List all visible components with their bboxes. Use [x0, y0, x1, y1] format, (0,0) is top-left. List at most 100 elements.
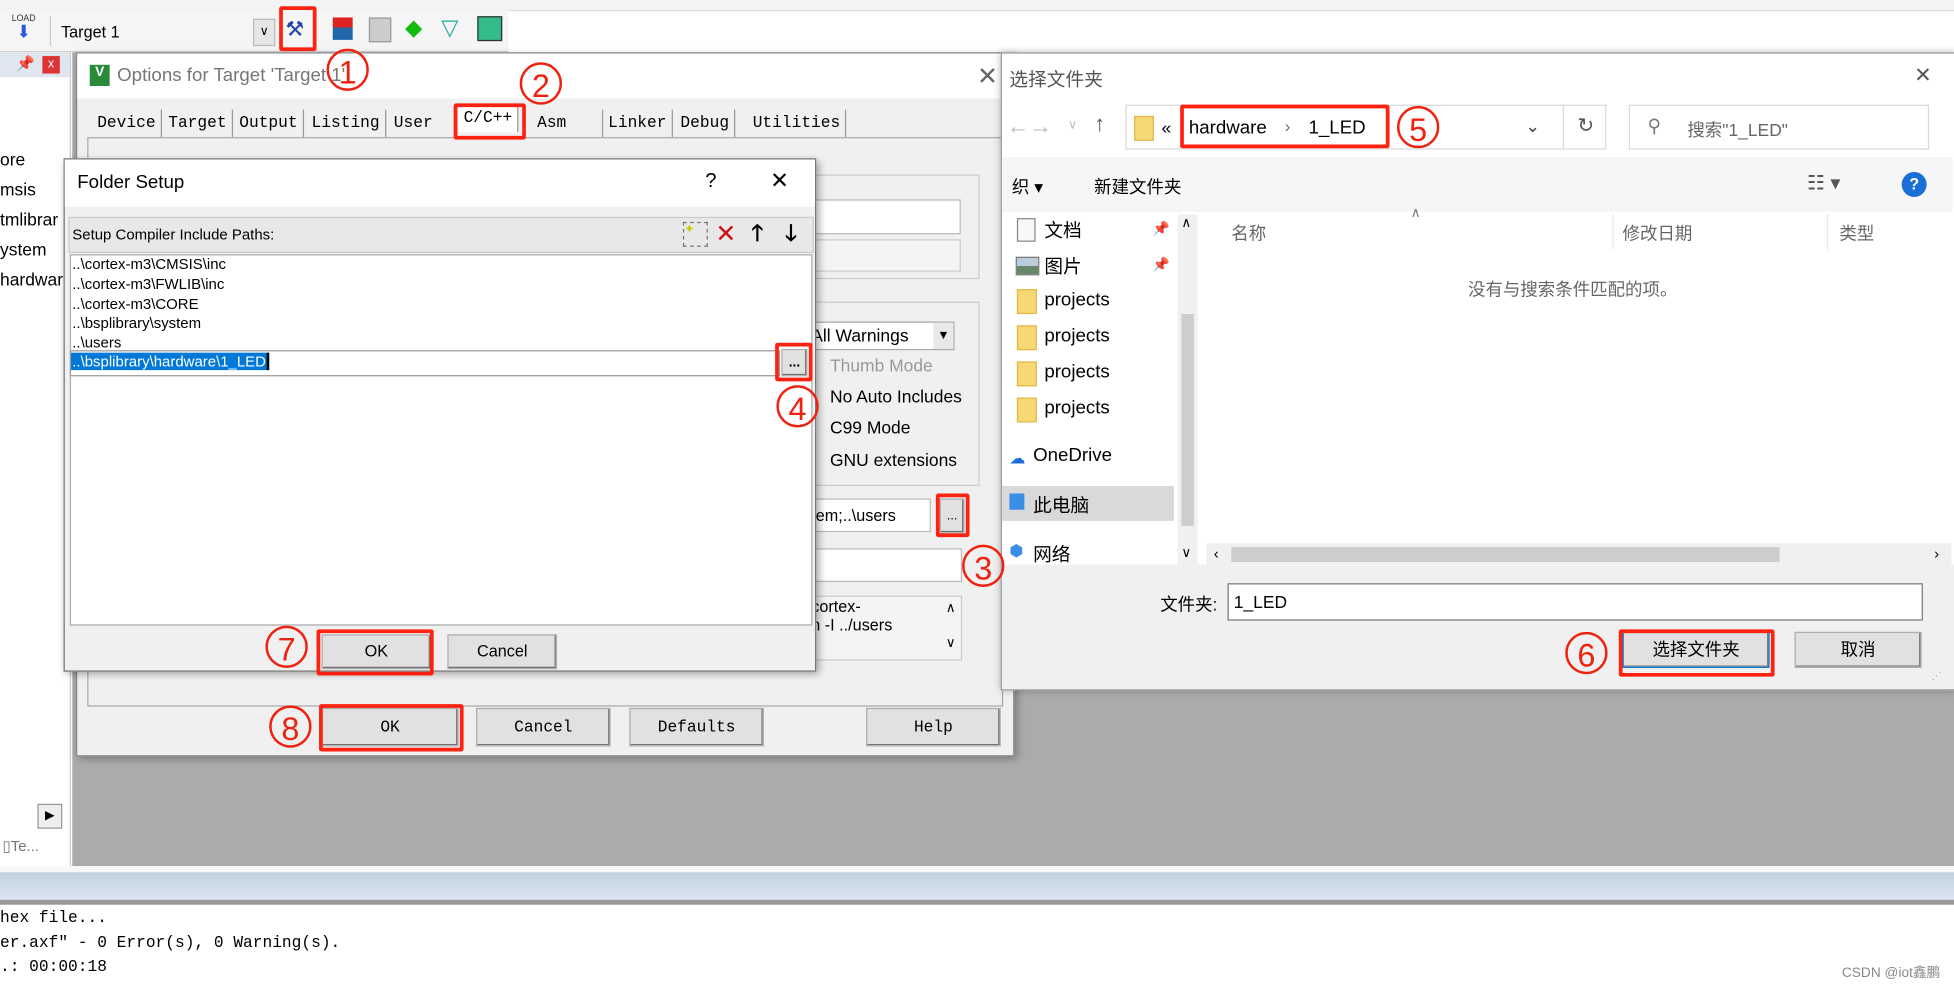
list-item[interactable]: ..\cortex-m3\CORE [72, 295, 198, 312]
horizontal-scrollbar[interactable]: ‹ › [1206, 543, 1952, 566]
this-pc-icon [1009, 493, 1025, 510]
cancel-button[interactable]: 取消 [1794, 631, 1922, 668]
nav-item-network[interactable]: 网络 [1033, 541, 1070, 567]
tab-device[interactable]: Device [92, 109, 162, 138]
tab-utilities[interactable]: Utilities [748, 109, 847, 138]
tree-item[interactable]: ystem [0, 239, 47, 259]
column-name[interactable]: 名称 [1231, 221, 1266, 246]
tab-templates[interactable]: ▯Te... [2, 837, 39, 854]
tree-item[interactable]: ore [0, 150, 25, 170]
view-options-icon[interactable]: ☷ ▾ [1807, 171, 1840, 196]
pack-installer-icon[interactable]: ▽ [441, 15, 458, 41]
compiler-string-textarea[interactable]: cortex- n -I ../users ∧ ∨ [810, 595, 963, 661]
help-icon[interactable]: ? [705, 171, 716, 193]
forward-icon[interactable]: → [1029, 113, 1051, 139]
include-paths-input[interactable]: tem;..\users [810, 498, 931, 533]
refresh-icon[interactable]: ↻ [1562, 105, 1608, 149]
organize-menu[interactable]: 织 ▾ [1012, 174, 1043, 199]
nav-item-this-pc[interactable]: 此电脑 [1033, 492, 1089, 518]
chevron-down-icon[interactable]: ∨ [252, 18, 276, 47]
nav-item-projects[interactable]: projects [1044, 325, 1109, 346]
tree-item[interactable]: hardware [0, 269, 73, 289]
annotation-number: 3 [962, 544, 1005, 587]
folder-name-input[interactable]: 1_LED [1227, 583, 1923, 621]
list-item[interactable]: ..\users [72, 334, 121, 351]
checkbox-c99-mode[interactable]: C99 Mode [830, 417, 910, 437]
recent-chevron-icon[interactable]: ∨ [1068, 118, 1077, 132]
load-icon[interactable]: LOAD ⬇ [11, 15, 36, 45]
warnings-select[interactable]: All Warnings ▼ [810, 321, 955, 351]
nav-item-projects[interactable]: projects [1044, 398, 1109, 419]
checkbox-no-auto-includes[interactable]: No Auto Includes [830, 386, 962, 406]
tab-debug[interactable]: Debug [675, 109, 736, 138]
path-edit-input[interactable]: ..\bsplibrary\hardware\1_LED [69, 350, 781, 377]
column-type[interactable]: 类型 [1839, 221, 1874, 246]
tab-user[interactable]: User [389, 109, 458, 138]
delete-icon[interactable]: ✕ [715, 218, 736, 249]
tab-target[interactable]: Target [163, 109, 233, 138]
nav-item-projects[interactable]: projects [1044, 361, 1109, 382]
pin-icon[interactable]: 📌 [1153, 221, 1170, 237]
cancel-button[interactable]: Cancel [476, 707, 611, 747]
chevron-down-icon[interactable]: ⌄ [1525, 116, 1540, 137]
batch-build-icon[interactable] [368, 17, 392, 43]
annotation-box [1180, 104, 1390, 149]
up-icon[interactable]: ↑ [1094, 111, 1105, 137]
defaults-button[interactable]: Defaults [629, 707, 764, 747]
annotation-number: 6 [1565, 631, 1608, 675]
scroll-right-button[interactable]: ▶ [37, 803, 63, 829]
nav-item-pictures[interactable]: 图片 [1044, 253, 1081, 279]
list-item[interactable]: ..\bsplibrary\system [72, 314, 201, 331]
nav-item-projects[interactable]: projects [1044, 289, 1109, 310]
help-button[interactable]: Help [866, 707, 1001, 747]
move-up-icon[interactable]: 🡑 [751, 218, 763, 255]
tab-output[interactable]: Output [234, 109, 304, 138]
column-modified[interactable]: 修改日期 [1623, 221, 1693, 246]
checkbox-thumb-mode[interactable]: Thumb Mode [830, 355, 933, 375]
rte-icon[interactable] [477, 16, 503, 42]
close-icon[interactable]: ✕ [770, 168, 789, 194]
new-folder-icon[interactable]: ✦ [682, 221, 708, 247]
network-icon: ⬢ [1009, 540, 1024, 560]
pin-icon[interactable]: 📌 [16, 55, 35, 72]
annotation-number: 7 [265, 625, 308, 668]
tree-item[interactable]: msis [0, 179, 36, 199]
move-down-icon[interactable]: 🡓 [785, 218, 797, 255]
new-folder-button[interactable]: 新建文件夹 [1094, 174, 1181, 199]
tab-asm[interactable]: Asm [532, 109, 604, 138]
manage-project-icon[interactable] [332, 17, 353, 40]
back-icon[interactable]: ← [1007, 113, 1029, 139]
scroll-down-icon[interactable]: ∨ [946, 634, 956, 651]
scroll-up-icon[interactable]: ∧ [946, 599, 956, 616]
documents-icon [1016, 218, 1036, 242]
search-icon: ⚲ [1647, 115, 1662, 138]
tab-listing[interactable]: Listing [307, 109, 386, 138]
cancel-button[interactable]: Cancel [447, 634, 558, 670]
close-icon[interactable]: ✕ [977, 61, 998, 92]
define-input[interactable] [812, 199, 961, 235]
list-item[interactable]: ..\cortex-m3\FWLIB\inc [72, 275, 224, 292]
list-item[interactable]: ..\cortex-m3\CMSIS\inc [72, 255, 226, 272]
select-packs-icon[interactable]: ◆ [405, 15, 422, 41]
close-icon[interactable]: ✕ [1914, 64, 1932, 89]
search-input[interactable]: ⚲ 搜索"1_LED" [1628, 104, 1930, 150]
tab-linker[interactable]: Linker [603, 109, 673, 138]
dialog-title: 选择文件夹 [1009, 69, 1103, 91]
keil-logo-icon: V [89, 64, 110, 86]
misc-controls-input[interactable] [810, 548, 963, 582]
close-icon[interactable]: x [42, 56, 60, 74]
tree-item[interactable]: tmlibrar [0, 209, 58, 229]
help-icon[interactable]: ? [1901, 171, 1927, 197]
nav-scrollbar[interactable]: ∧ ∨ [1177, 214, 1198, 566]
folder-label: 文件夹: [1160, 594, 1218, 615]
target-select[interactable]: Target 1 ∨ [49, 16, 276, 47]
dialog-title: Options for Target 'Target 1' [117, 64, 346, 86]
onedrive-icon: ☁ [1009, 448, 1026, 468]
include-paths-header: Setup Compiler Include Paths: [72, 225, 275, 244]
resize-grip-icon[interactable]: ⋰ [1932, 670, 1942, 681]
pin-icon[interactable]: 📌 [1153, 257, 1170, 273]
undefine-input[interactable] [812, 239, 961, 272]
nav-item-onedrive[interactable]: OneDrive [1033, 445, 1112, 466]
nav-item-documents[interactable]: 文档 [1044, 217, 1081, 243]
checkbox-gnu-extensions[interactable]: GNU extensions [830, 450, 957, 470]
